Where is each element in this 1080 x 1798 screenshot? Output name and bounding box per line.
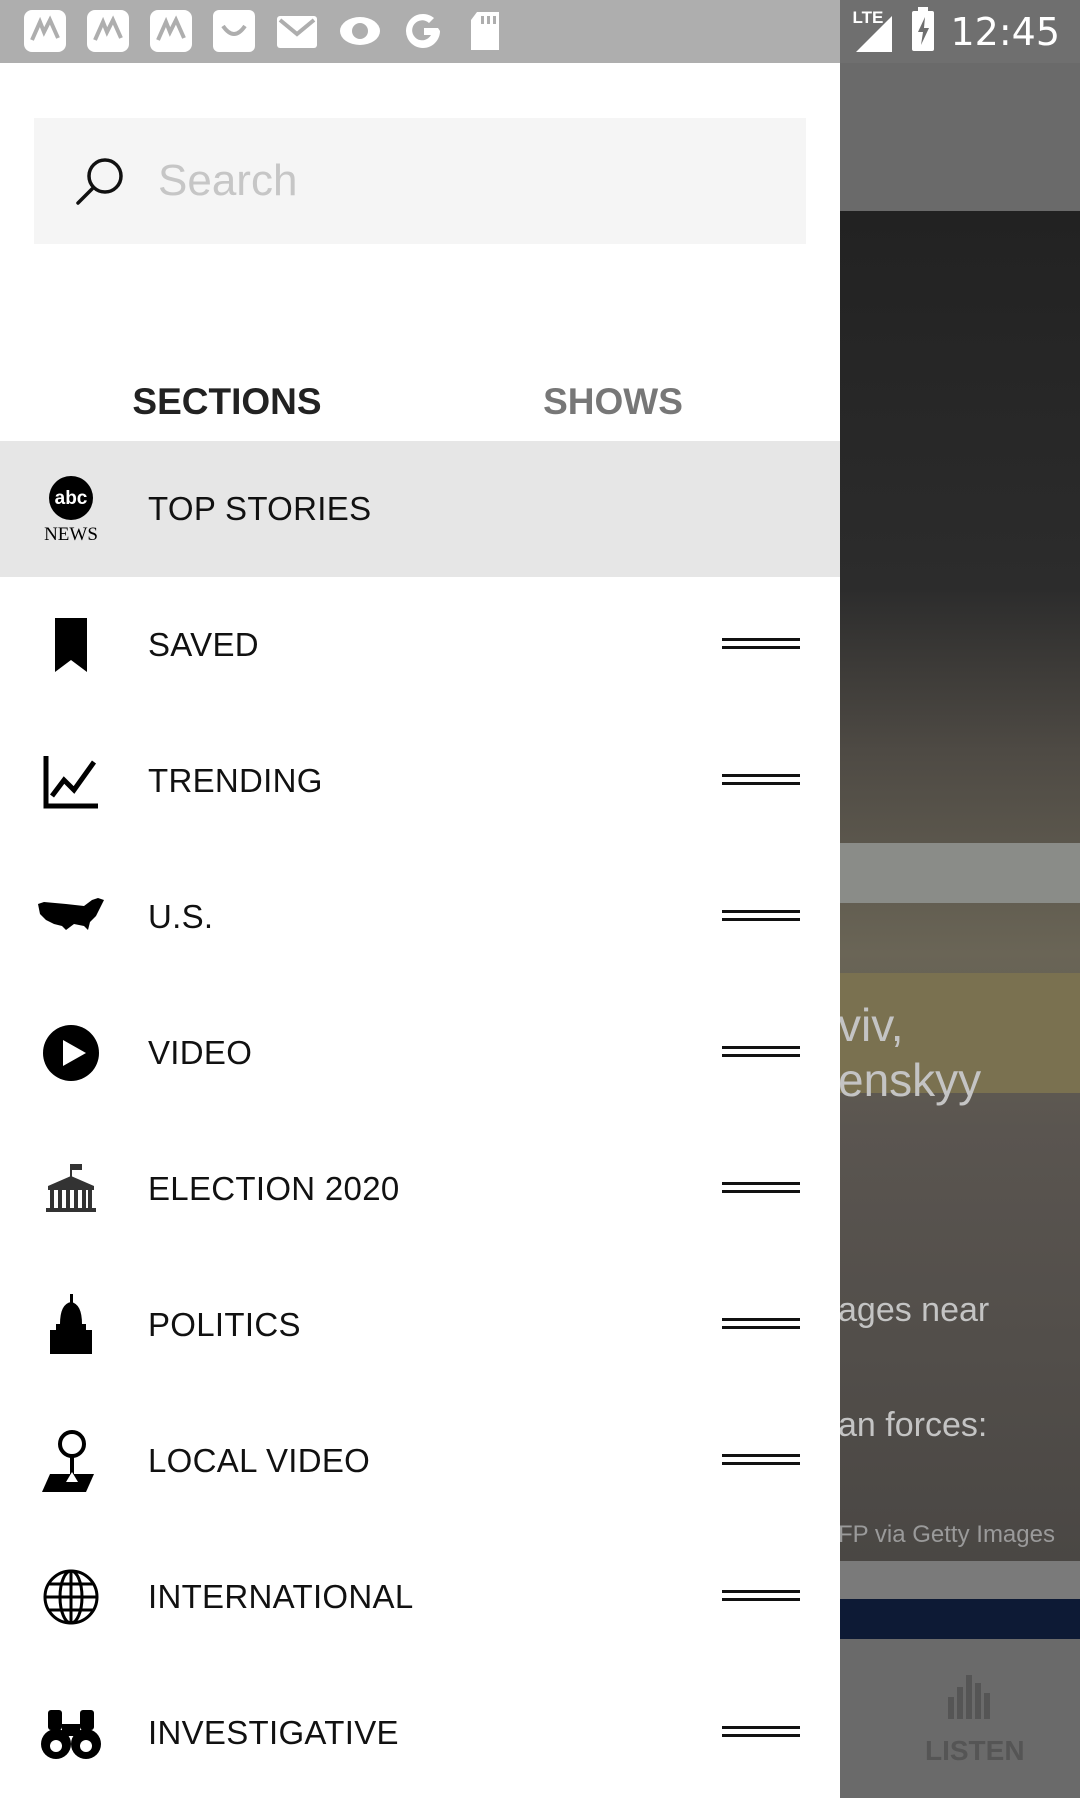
- section-item-trending[interactable]: TRENDING: [0, 713, 840, 849]
- tab-label: SECTIONS: [132, 381, 322, 422]
- logo-news-text: NEWS: [44, 524, 98, 544]
- drag-handle[interactable]: [722, 907, 800, 927]
- news-notification-icon: [148, 8, 194, 54]
- bg-headline: enskyy: [838, 1054, 982, 1106]
- section-item-investigative[interactable]: INVESTIGATIVE: [0, 1665, 840, 1798]
- section-item-top-stories[interactable]: abc NEWS TOP STORIES: [0, 441, 840, 577]
- drag-handle[interactable]: [722, 635, 800, 655]
- battery-charging-icon: [910, 7, 936, 56]
- bg-banner: [840, 1599, 1080, 1639]
- drag-handle[interactable]: [722, 1043, 800, 1063]
- google-notification-icon: [400, 8, 446, 54]
- section-label: INVESTIGATIVE: [148, 1714, 399, 1751]
- section-item-saved[interactable]: SAVED: [0, 577, 840, 713]
- bookmark-icon: [36, 610, 106, 680]
- section-label: LOCAL VIDEO: [148, 1442, 371, 1479]
- drag-handle[interactable]: [722, 771, 800, 791]
- section-item-local-video[interactable]: LOCAL VIDEO: [0, 1393, 840, 1529]
- bg-divider: [840, 1561, 1080, 1599]
- section-label: VIDEO: [148, 1034, 253, 1071]
- section-item-video[interactable]: VIDEO: [0, 985, 840, 1121]
- tab-label: SHOWS: [543, 381, 683, 422]
- globe-icon: [36, 1562, 106, 1632]
- dome-icon: [36, 1290, 106, 1360]
- section-item-us[interactable]: U.S.: [0, 849, 840, 985]
- section-label: POLITICS: [148, 1306, 301, 1343]
- section-label: TOP STORIES: [148, 490, 372, 527]
- drawer-tabs: SECTIONS SHOWS: [34, 343, 806, 445]
- status-bar: LTE 12:45: [0, 0, 1080, 63]
- sd-card-notification-icon: [463, 8, 509, 54]
- section-label: INTERNATIONAL: [148, 1578, 414, 1615]
- search-icon: [76, 158, 123, 205]
- tab-sections[interactable]: SECTIONS: [34, 343, 420, 445]
- shopping-notification-icon: [211, 8, 257, 54]
- signal-icon: LTE: [852, 7, 896, 54]
- us-map-icon: [36, 882, 106, 952]
- bg-headline: viv,: [838, 999, 904, 1051]
- section-item-politics[interactable]: POLITICS: [0, 1257, 840, 1393]
- search-bar[interactable]: [34, 118, 806, 244]
- tab-shows[interactable]: SHOWS: [420, 343, 806, 445]
- map-pin-icon: [36, 1426, 106, 1496]
- news-notification-icon: [22, 8, 68, 54]
- bg-photo-credit: FP via Getty Images: [838, 1521, 1055, 1548]
- navigation-drawer: SECTIONS SHOWS abc NEWS TOP STORIES SAVE…: [0, 63, 840, 1798]
- drag-handle[interactable]: [722, 1451, 800, 1471]
- section-item-election-2020[interactable]: ELECTION 2020: [0, 1121, 840, 1257]
- trending-chart-icon: [36, 746, 106, 816]
- bg-app-header: [840, 63, 1080, 211]
- clock: 12:45: [950, 9, 1060, 54]
- search-input[interactable]: [158, 156, 758, 206]
- eye-notification-icon: [337, 8, 383, 54]
- drag-handle[interactable]: [722, 1587, 800, 1607]
- binoculars-icon: [36, 1698, 106, 1768]
- capitol-building-icon: [36, 1154, 106, 1224]
- section-item-international[interactable]: INTERNATIONAL: [0, 1529, 840, 1665]
- drag-handle[interactable]: [722, 1723, 800, 1743]
- logo-abc-text: abc: [55, 488, 88, 509]
- section-label: TRENDING: [148, 762, 323, 799]
- bg-image-detail: [840, 843, 1080, 903]
- drag-handle[interactable]: [722, 1179, 800, 1199]
- drag-handle[interactable]: [722, 1315, 800, 1335]
- section-label: SAVED: [148, 626, 259, 663]
- listen-icon: [946, 1671, 996, 1721]
- news-notification-icon: [85, 8, 131, 54]
- status-right: LTE 12:45: [852, 0, 1060, 63]
- listen-tab-label: LISTEN: [925, 1735, 1025, 1766]
- abc-news-logo-icon: abc NEWS: [36, 474, 106, 544]
- sections-list: abc NEWS TOP STORIES SAVED TRENDING U.S.…: [0, 441, 840, 1798]
- play-icon: [36, 1018, 106, 1088]
- mail-notification-icon: [274, 8, 320, 54]
- bg-subheadline: ages near: [838, 1291, 990, 1329]
- network-type: LTE: [852, 7, 884, 27]
- section-label: U.S.: [148, 898, 214, 935]
- notification-icons: [22, 8, 509, 54]
- section-label: ELECTION 2020: [148, 1170, 400, 1207]
- bg-subheadline: an forces:: [838, 1406, 988, 1444]
